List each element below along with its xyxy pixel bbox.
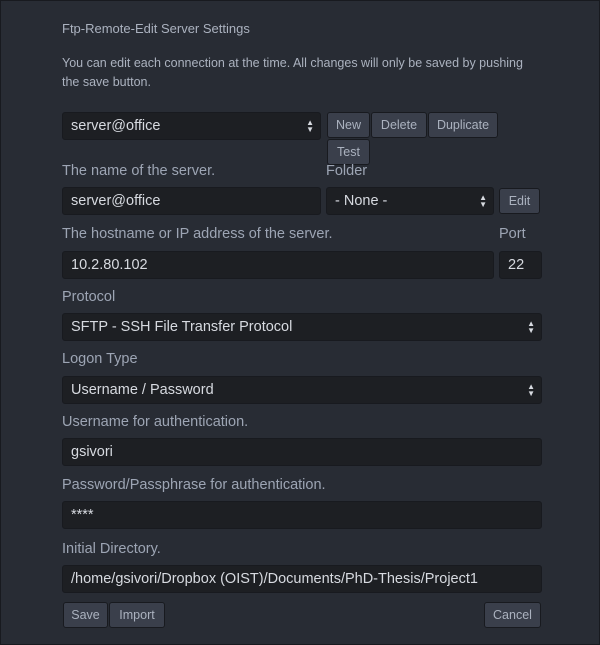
server-name-field[interactable]: server@office bbox=[62, 187, 321, 215]
cancel-button[interactable]: Cancel bbox=[484, 602, 541, 628]
protocol-select[interactable]: SFTP - SSH File Transfer Protocol ▲ ▼ bbox=[62, 313, 542, 341]
duplicate-button[interactable]: Duplicate bbox=[428, 112, 498, 138]
password-field[interactable]: **** bbox=[62, 501, 542, 529]
delete-button[interactable]: Delete bbox=[371, 112, 427, 138]
dialog-description: You can edit each connection at the time… bbox=[62, 56, 523, 89]
folder-select-value: - None - bbox=[335, 193, 388, 209]
port-label: Port bbox=[499, 226, 526, 242]
port-field[interactable]: 22 bbox=[499, 251, 542, 279]
hostname-label: The hostname or IP address of the server… bbox=[62, 226, 333, 242]
initial-directory-field[interactable]: /home/gsivori/Dropbox (OIST)/Documents/P… bbox=[62, 565, 542, 593]
folder-label: Folder bbox=[326, 163, 368, 179]
logon-type-label: Logon Type bbox=[62, 351, 138, 367]
logon-type-select-value: Username / Password bbox=[71, 382, 214, 398]
username-field[interactable]: gsivori bbox=[62, 438, 542, 466]
import-button[interactable]: Import bbox=[109, 602, 165, 628]
folder-edit-button[interactable]: Edit bbox=[499, 188, 540, 214]
dialog-title: Ftp-Remote-Edit Server Settings bbox=[62, 21, 250, 36]
new-button[interactable]: New bbox=[327, 112, 370, 138]
logon-type-select[interactable]: Username / Password ▲ ▼ bbox=[62, 376, 542, 404]
hostname-field[interactable]: 10.2.80.102 bbox=[62, 251, 494, 279]
select-arrows-icon: ▲ ▼ bbox=[479, 193, 487, 209]
select-arrows-icon: ▲ ▼ bbox=[306, 118, 314, 134]
server-settings-dialog: Ftp-Remote-Edit Server Settings You can … bbox=[0, 0, 600, 645]
server-select-value: server@office bbox=[71, 118, 161, 134]
protocol-label: Protocol bbox=[62, 289, 116, 305]
initial-directory-label: Initial Directory. bbox=[62, 541, 161, 557]
select-arrows-icon: ▲ ▼ bbox=[527, 319, 535, 335]
protocol-select-value: SFTP - SSH File Transfer Protocol bbox=[71, 319, 293, 335]
username-label: Username for authentication. bbox=[62, 414, 249, 430]
server-name-label: The name of the server. bbox=[62, 163, 216, 179]
test-button[interactable]: Test bbox=[327, 139, 370, 165]
password-label: Password/Passphrase for authentication. bbox=[62, 477, 326, 493]
select-arrows-icon: ▲ ▼ bbox=[527, 382, 535, 398]
server-select[interactable]: server@office ▲ ▼ bbox=[62, 112, 321, 140]
save-button[interactable]: Save bbox=[63, 602, 108, 628]
folder-select[interactable]: - None - ▲ ▼ bbox=[326, 187, 494, 215]
